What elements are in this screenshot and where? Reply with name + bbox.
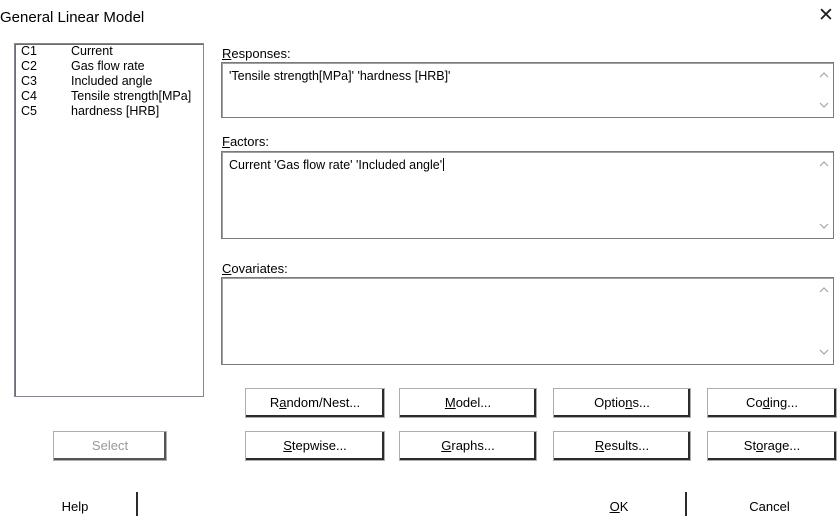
random-nest-button[interactable]: Random/Nest... [245, 388, 385, 418]
chevron-down-icon[interactable] [819, 100, 829, 110]
storage-button[interactable]: Storage... [707, 431, 837, 461]
chevron-up-icon[interactable] [819, 70, 829, 80]
responses-label: Responses: [222, 46, 291, 61]
close-icon[interactable]: ✕ [816, 6, 836, 26]
chevron-up-icon[interactable] [819, 285, 829, 295]
covariates-label: Covariates: [222, 261, 288, 276]
column-name: hardness [HRB] [71, 104, 160, 118]
column-id: C4 [21, 89, 37, 103]
model-button[interactable]: Model... [399, 388, 537, 418]
factors-value: Current 'Gas flow rate' 'Included angle' [229, 158, 445, 172]
column-name: Tensile strength[MPa] [71, 89, 192, 103]
factors-label: Factors: [222, 134, 269, 149]
list-item[interactable]: C4 Tensile strength[MPa] [15, 89, 203, 104]
list-item[interactable]: C2 Gas flow rate [15, 59, 203, 74]
help-button[interactable]: Help [14, 492, 138, 516]
column-id: C1 [21, 44, 37, 58]
column-id: C3 [21, 74, 37, 88]
column-id: C2 [21, 59, 37, 73]
list-item[interactable]: C3 Included angle [15, 74, 203, 89]
column-name: Included angle [71, 74, 153, 88]
chevron-down-icon[interactable] [819, 221, 829, 231]
chevron-down-icon[interactable] [819, 347, 829, 357]
chevron-up-icon[interactable] [819, 159, 829, 169]
factors-field[interactable]: Current 'Gas flow rate' 'Included angle' [221, 151, 834, 239]
column-name: Current [71, 44, 113, 58]
responses-value: 'Tensile strength[MPa]' 'hardness [HRB]' [229, 69, 451, 83]
list-item[interactable]: C5 hardness [HRB] [15, 104, 203, 119]
covariates-scrollbar[interactable] [815, 278, 833, 364]
covariates-field[interactable] [221, 277, 834, 365]
results-button[interactable]: Results... [553, 431, 691, 461]
text-caret [443, 158, 445, 171]
responses-scrollbar[interactable] [815, 63, 833, 117]
options-button[interactable]: Options... [553, 388, 691, 418]
column-name: Gas flow rate [71, 59, 145, 73]
select-button[interactable]: Select [53, 431, 167, 461]
responses-field[interactable]: 'Tensile strength[MPa]' 'hardness [HRB]' [221, 62, 834, 118]
ok-button[interactable]: OK [553, 492, 687, 516]
factors-scrollbar[interactable] [815, 152, 833, 238]
column-id: C5 [21, 104, 37, 118]
cancel-button[interactable]: Cancel [702, 492, 837, 516]
coding-button[interactable]: Coding... [707, 388, 837, 418]
list-item[interactable]: C1 Current [15, 44, 203, 59]
dialog-title: General Linear Model [0, 9, 145, 26]
graphs-button[interactable]: Graphs... [399, 431, 537, 461]
stepwise-button[interactable]: Stepwise... [245, 431, 385, 461]
variable-list[interactable]: C1 Current C2 Gas flow rate C3 Included ang… [14, 43, 204, 397]
